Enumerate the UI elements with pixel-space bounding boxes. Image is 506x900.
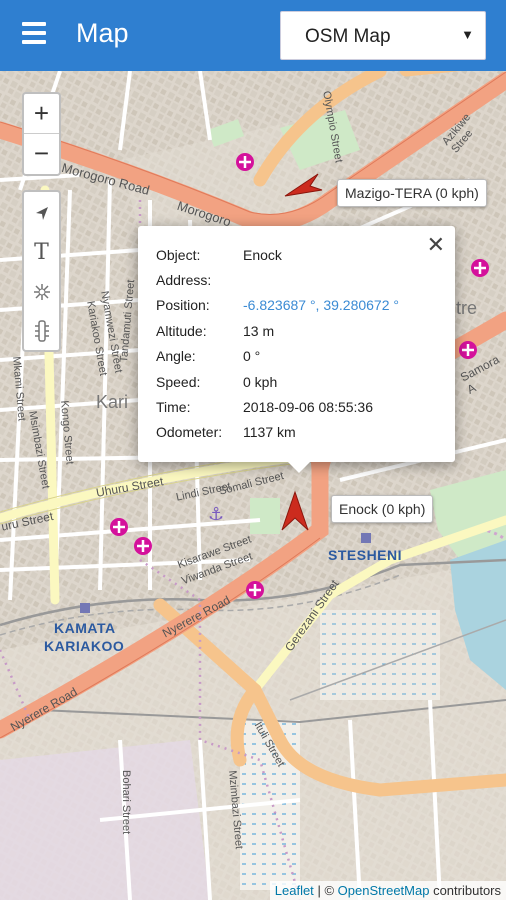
map-layer-select[interactable]: OSM Map ▼ [280,11,486,60]
attribution-copyright: © [324,883,335,898]
info-row-object: Object: Enock [156,242,399,267]
attribution-separator: | [317,883,321,898]
marker-label-enock[interactable]: Enock (0 kph) [331,495,434,523]
info-row-time: Time: 2018-09-06 08:55:36 [156,394,399,419]
info-value: Enock [243,246,282,263]
position-link[interactable]: -6.823687 °, 39.280672 ° [243,293,399,318]
object-info-popup: ✕ Object: Enock Address: Position: -6.8236… [138,226,455,473]
info-row-speed: Speed: 0 kph [156,369,399,394]
info-row-address: Address: [156,267,399,292]
info-row-odometer: Odometer: 1137 km [156,420,399,445]
info-key: Time: [156,399,191,416]
attribution-suffix: contributors [433,883,501,898]
menu-icon[interactable] [22,22,46,44]
info-row-angle: Angle: 0 ° [156,344,399,369]
text-label-icon[interactable]: T [24,233,59,272]
zoom-out-button[interactable]: − [24,134,59,174]
zoom-in-button[interactable]: + [24,94,59,134]
map-toolbar: T [22,190,61,352]
svg-text:⚓: ⚓ [208,504,224,525]
info-key: Speed: [156,373,201,390]
info-row-position: Position: -6.823687 °, 39.280672 ° [156,293,399,318]
object-info-table: Object: Enock Address: Position: -6.823687… [156,242,399,445]
navigate-arrow-icon[interactable] [24,194,59,233]
info-key: Object: [156,246,201,263]
info-value: 13 m [243,322,275,339]
chevron-down-icon: ▼ [461,27,474,42]
close-icon[interactable]: ✕ [427,232,445,258]
cluster-icon[interactable] [24,272,59,311]
page-title: Map [76,18,129,48]
map-attribution: Leaflet | © OpenStreetMap contributors [269,881,506,900]
info-value: 0 kph [243,373,278,390]
traffic-icon[interactable] [24,311,59,350]
info-key: Altitude: [156,322,207,339]
popup-tip [288,462,310,473]
osm-link[interactable]: OpenStreetMap [338,883,430,898]
map-layer-selected-value: OSM Map [305,26,391,47]
info-row-altitude: Altitude: 13 m [156,318,399,343]
zoom-control: + − [22,92,61,176]
info-value: 1137 km [243,424,296,441]
leaflet-link[interactable]: Leaflet [275,883,314,898]
info-value: 2018-09-06 08:55:36 [243,399,373,416]
info-key: Angle: [156,348,196,365]
info-value [243,267,399,292]
info-value: 0 ° [243,348,261,365]
top-app-bar: Map OSM Map ▼ [0,0,506,71]
info-key: Position: [156,297,210,314]
info-key: Odometer: [156,424,223,441]
info-key: Address: [156,272,212,289]
marker-label-mazigo[interactable]: Mazigo-TERA (0 kph) [337,179,487,207]
